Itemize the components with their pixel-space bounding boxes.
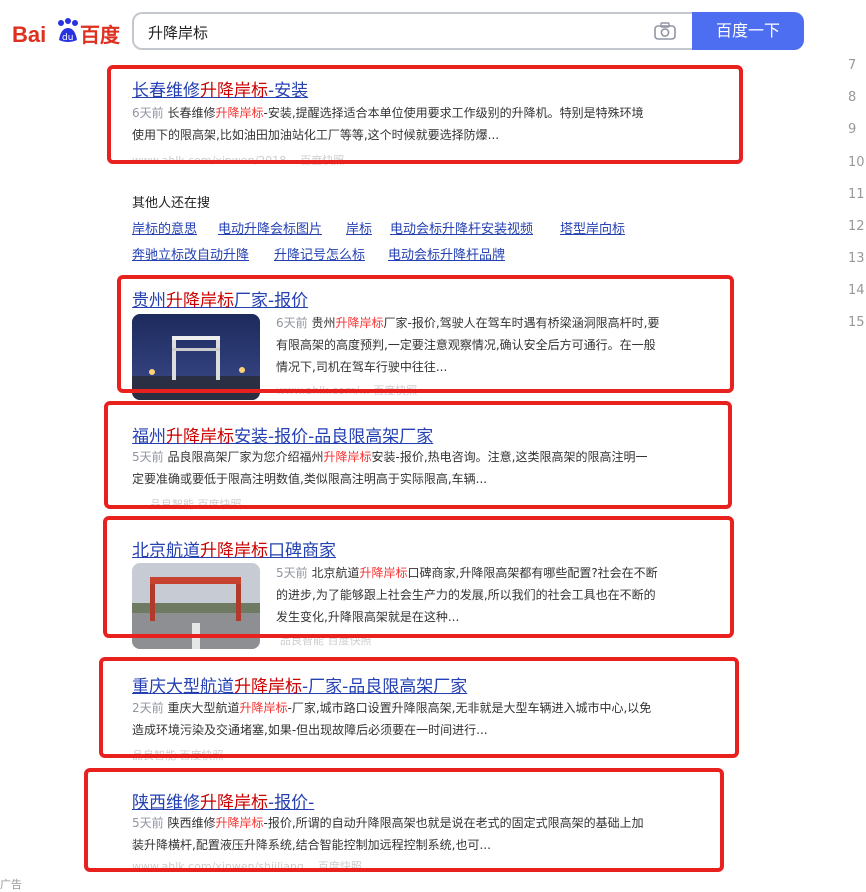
related-link[interactable]: 电动会标升降杆品牌 — [388, 244, 505, 263]
pager-number[interactable]: 10 — [848, 155, 865, 170]
related-link[interactable]: 升降记号怎么标 — [274, 244, 365, 263]
related-link[interactable]: 电动升降会标图片 — [218, 218, 322, 237]
search-input[interactable]: 升降岸标 — [132, 12, 692, 50]
related-link[interactable]: 奔驰立标改自动升降 — [132, 244, 249, 263]
pager-number[interactable]: 13 — [848, 251, 865, 266]
highlight-box-1 — [107, 65, 743, 164]
pager-number[interactable]: 11 — [848, 187, 865, 202]
pager-number[interactable]: 14 — [848, 283, 865, 298]
highlight-box-3 — [104, 401, 732, 509]
highlight-box-6 — [84, 768, 724, 872]
search-button[interactable]: 百度一下 — [692, 12, 804, 50]
svg-text:du: du — [62, 33, 73, 43]
related-link[interactable]: 岸标 — [346, 218, 372, 237]
related-link[interactable]: 电动会标升降杆安装视频 — [390, 218, 533, 237]
search-query[interactable]: 升降岸标 — [148, 22, 208, 43]
pager-number[interactable]: 7 — [848, 58, 856, 73]
pager-number[interactable]: 8 — [848, 90, 856, 105]
highlight-box-5 — [99, 657, 739, 758]
highlight-box-2 — [117, 275, 734, 393]
svg-text:Bai: Bai — [12, 22, 46, 47]
pager-number[interactable]: 12 — [848, 219, 865, 234]
pager-number[interactable]: 9 — [848, 122, 856, 137]
search-header: Bai du 百度 升降岸标 百度一下 — [0, 0, 866, 62]
camera-icon[interactable] — [654, 22, 676, 40]
pager-number[interactable]: 15 — [848, 315, 865, 330]
highlight-box-4 — [103, 516, 734, 638]
related-link[interactable]: 岸标的意思 — [132, 218, 197, 237]
baidu-logo[interactable]: Bai du 百度 — [12, 14, 120, 50]
related-link[interactable]: 塔型岸向标 — [560, 218, 625, 237]
related-searches-heading: 其他人还在搜 — [132, 196, 211, 211]
svg-text:百度: 百度 — [80, 23, 120, 47]
